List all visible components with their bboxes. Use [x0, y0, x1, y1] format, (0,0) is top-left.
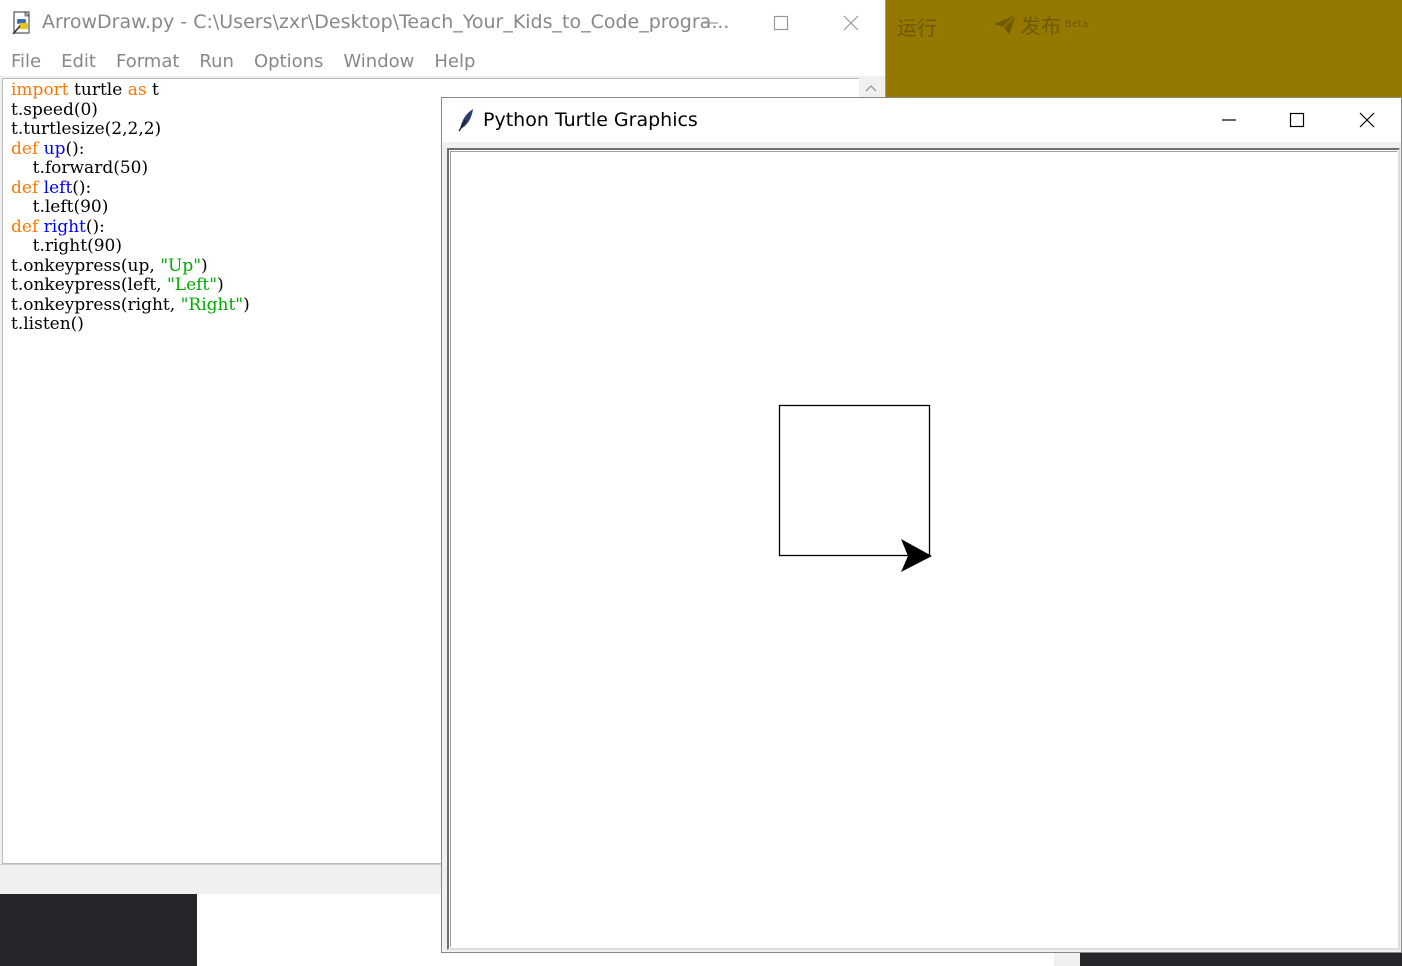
idle-title-bar[interactable]: ArrowDraw.py - C:\Users\zxr\Desktop\Teac…	[0, 0, 885, 46]
menu-window[interactable]: Window	[333, 51, 424, 72]
menu-format[interactable]: Format	[106, 51, 189, 72]
code-token: "Right"	[180, 294, 244, 315]
code-token: ():	[72, 177, 92, 198]
code-line[interactable]: t.speed(0)	[11, 99, 250, 121]
code-token: left	[43, 177, 73, 198]
code-line[interactable]: t.left(90)	[11, 197, 250, 218]
turtle-maximize-button[interactable]	[1262, 98, 1332, 142]
feather-icon	[458, 109, 473, 132]
turtle-drawing	[778, 404, 932, 572]
code-token: right	[43, 216, 86, 237]
code-line[interactable]: t.onkeypress(up, "Up")	[11, 255, 250, 277]
code-token: t.onkeypress(left,	[11, 275, 167, 295]
code-token: import	[11, 80, 69, 100]
idle-maximize-button[interactable]	[746, 0, 816, 46]
python-file-icon	[12, 11, 30, 35]
code-token: t.speed(0)	[11, 99, 98, 120]
code-token: )	[217, 275, 224, 295]
code-token: turtle	[68, 80, 128, 100]
menu-run[interactable]: Run	[189, 51, 244, 72]
turtle-graphics-window: Python Turtle Graphics	[441, 97, 1402, 953]
code-token: t	[146, 80, 159, 100]
publish-button[interactable]: 发布 Beta	[993, 10, 1088, 39]
code-token: ():	[85, 216, 105, 237]
code-token: t.turtlesize(2,2,2)	[11, 119, 162, 139]
background-white-panel	[197, 893, 447, 966]
turtle-close-button[interactable]	[1332, 98, 1402, 142]
code-token: "Left"	[166, 275, 218, 295]
minimize-icon	[704, 22, 718, 24]
code-line[interactable]: import turtle as t	[11, 80, 250, 101]
code-token: def	[11, 216, 39, 237]
code-line[interactable]: def left():	[11, 177, 250, 199]
send-icon	[994, 13, 1017, 35]
idle-menu-bar: File Edit Format Run Options Window Help	[0, 46, 885, 76]
code-token: t.listen()	[11, 314, 84, 334]
publish-label: 发布	[1021, 14, 1061, 38]
close-icon	[843, 15, 859, 31]
maximize-icon	[773, 15, 789, 31]
menu-file[interactable]: File	[0, 51, 51, 72]
drawn-square	[778, 404, 931, 557]
code-token: ():	[65, 138, 85, 159]
menu-edit[interactable]: Edit	[51, 51, 106, 72]
turtle-title-bar[interactable]: Python Turtle Graphics	[442, 98, 1401, 142]
code-token: def	[11, 138, 39, 159]
menu-help[interactable]: Help	[424, 51, 485, 72]
code-token: as	[127, 80, 147, 100]
idle-minimize-button[interactable]	[676, 0, 746, 46]
code-token: t.forward(50)	[11, 158, 149, 178]
code-line[interactable]: def up():	[11, 138, 250, 160]
close-icon	[1359, 112, 1375, 128]
code-line[interactable]: def right():	[11, 216, 250, 238]
turtle-window-title: Python Turtle Graphics	[483, 109, 698, 131]
code-text[interactable]: import turtle as t t.speed(0) t.turtlesize…	[11, 80, 250, 335]
code-token: t.onkeypress(up,	[11, 255, 161, 276]
maximize-icon	[1289, 112, 1305, 128]
code-token: )	[243, 294, 250, 315]
code-token: up	[43, 138, 66, 159]
code-line[interactable]: t.listen()	[11, 314, 250, 335]
code-token: "Up"	[160, 255, 202, 276]
code-token: t.onkeypress(right,	[11, 294, 181, 315]
code-token: t.left(90)	[11, 197, 109, 217]
code-line[interactable]: t.right(90)	[11, 236, 250, 257]
code-token: )	[201, 255, 208, 276]
run-label[interactable]: 运行	[897, 12, 937, 41]
background-app-toolbar: 运行 发布 Beta	[885, 0, 1402, 97]
minimize-icon	[1222, 119, 1236, 121]
code-line[interactable]: t.onkeypress(right, "Right")	[11, 294, 250, 316]
idle-window-title: ArrowDraw.py - C:\Users\zxr\Desktop\Teac…	[42, 11, 730, 33]
code-line[interactable]: t.forward(50)	[11, 158, 250, 179]
scroll-up-icon[interactable]	[865, 82, 877, 94]
idle-close-button[interactable]	[816, 0, 886, 46]
menu-options[interactable]: Options	[244, 51, 333, 72]
turtle-minimize-button[interactable]	[1194, 98, 1264, 142]
code-line[interactable]: t.onkeypress(left, "Left")	[11, 275, 250, 296]
background-dark-panel	[0, 893, 197, 966]
code-token: t.right(90)	[11, 236, 122, 256]
turtle-canvas[interactable]	[447, 148, 1400, 950]
beta-badge: Beta	[1065, 19, 1089, 30]
code-token: def	[11, 177, 39, 198]
code-line[interactable]: t.turtlesize(2,2,2)	[11, 119, 250, 140]
